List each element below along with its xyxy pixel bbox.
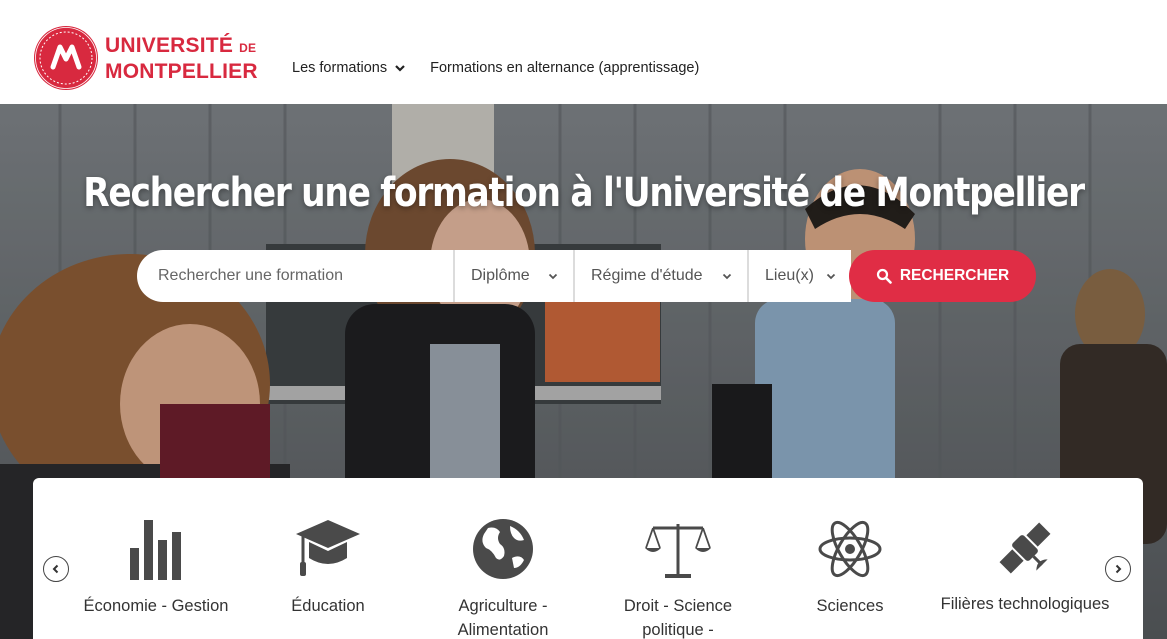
carousel-next-button[interactable] (1105, 556, 1131, 582)
main-nav: Les formations Formations en alternance … (292, 60, 699, 76)
category-label: Filières technologiques (940, 595, 1110, 613)
nav-item-alternance[interactable]: Formations en alternance (apprentissage) (430, 60, 699, 76)
select-label: Diplôme (471, 267, 530, 284)
scales-icon (645, 524, 711, 578)
globe-icon (473, 519, 533, 579)
category-economie-gestion[interactable]: Économie - Gestion (81, 518, 231, 618)
bar-chart-icon (130, 520, 181, 580)
atom-icon (818, 520, 882, 578)
category-label: Éducation (291, 597, 365, 615)
graduation-cap-icon (296, 520, 360, 576)
category-label: Agriculture - Alimentation (457, 597, 549, 639)
nav-item-label: Formations en alternance (apprentissage) (430, 60, 700, 76)
category-filieres-technologiques[interactable]: Filières technologiques (933, 518, 1117, 616)
category-agriculture-alimentation[interactable]: Agriculture - Alimentation (433, 518, 573, 639)
chevron-down-icon (826, 273, 836, 280)
category-carousel: Économie - Gestion Éducation Agriculture… (33, 478, 1143, 639)
category-label: Droit - Science politique - (623, 597, 733, 639)
nav-item-label: Les formations (292, 60, 388, 76)
select-label: Lieu(x) (765, 267, 814, 284)
category-droit-science-politique[interactable]: Droit - Science politique - (608, 520, 748, 639)
search-input[interactable] (137, 250, 453, 302)
regime-select[interactable]: Régime d'étude (573, 250, 747, 302)
category-label: Sciences (816, 597, 884, 615)
diplome-select[interactable]: Diplôme (453, 250, 573, 302)
chevron-down-icon (722, 273, 732, 280)
search-button[interactable]: RECHERCHER (849, 250, 1036, 302)
university-seal-icon (34, 26, 98, 90)
logo-wordmark: UNIVERSITÉ DE MONTPELLIER (105, 33, 258, 83)
chevron-down-icon (395, 65, 405, 72)
search-button-label: RECHERCHER (899, 267, 1010, 284)
category-label: Économie - Gestion (83, 597, 229, 615)
search-icon (876, 268, 892, 284)
category-sciences[interactable]: Sciences (795, 518, 905, 618)
carousel-prev-button[interactable] (43, 556, 69, 582)
site-header: UNIVERSITÉ DE MONTPELLIER Les formations… (0, 0, 1167, 104)
category-education[interactable]: Éducation (263, 518, 393, 618)
lieu-select[interactable]: Lieu(x) (747, 250, 851, 302)
hero-title: Rechercher une formation à l'Université … (83, 170, 1085, 216)
chevron-right-icon (1115, 564, 1122, 574)
satellite-icon (999, 522, 1051, 574)
select-label: Régime d'étude (591, 267, 703, 284)
search-bar: Diplôme Régime d'étude Lieu(x) RECHERCHE… (137, 250, 1038, 302)
nav-item-formations[interactable]: Les formations (292, 60, 406, 76)
chevron-down-icon (548, 273, 558, 280)
chevron-left-icon (52, 564, 59, 574)
university-logo[interactable]: UNIVERSITÉ DE MONTPELLIER (33, 25, 258, 91)
